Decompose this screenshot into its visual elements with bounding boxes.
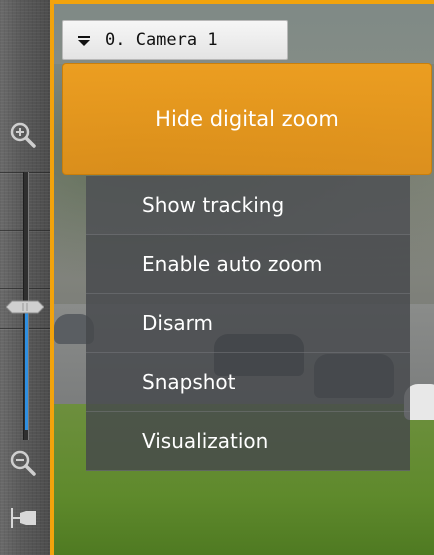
menu-item-disarm[interactable]: Disarm: [86, 294, 410, 353]
zoom-in-icon[interactable]: [8, 120, 38, 150]
menu-item-label: Visualization: [142, 429, 269, 453]
zoom-panel: [0, 0, 50, 555]
zoom-slider[interactable]: [0, 172, 50, 440]
camera-name-label: 0. Camera 1: [105, 30, 218, 50]
pin-icon[interactable]: [6, 500, 42, 536]
menu-item-hide-digital-zoom[interactable]: Hide digital zoom: [62, 63, 432, 175]
slider-thumb[interactable]: [5, 299, 45, 314]
menu-item-show-tracking[interactable]: Show tracking: [86, 176, 410, 235]
menu-item-label: Snapshot: [142, 370, 236, 394]
dropdown-arrow-icon: [77, 33, 91, 47]
menu-item-visualization[interactable]: Visualization: [86, 412, 410, 471]
slider-fill: [25, 313, 28, 430]
context-menu: Show tracking Enable auto zoom Disarm Sn…: [86, 176, 410, 471]
camera-selector-button[interactable]: 0. Camera 1: [62, 20, 288, 60]
menu-item-label: Show tracking: [142, 193, 285, 217]
menu-item-snapshot[interactable]: Snapshot: [86, 353, 410, 412]
menu-item-enable-auto-zoom[interactable]: Enable auto zoom: [86, 235, 410, 294]
menu-item-label: Disarm: [142, 311, 213, 335]
menu-item-label: Enable auto zoom: [142, 252, 323, 276]
menu-item-label: Hide digital zoom: [155, 107, 339, 131]
zoom-out-icon[interactable]: [8, 448, 38, 478]
